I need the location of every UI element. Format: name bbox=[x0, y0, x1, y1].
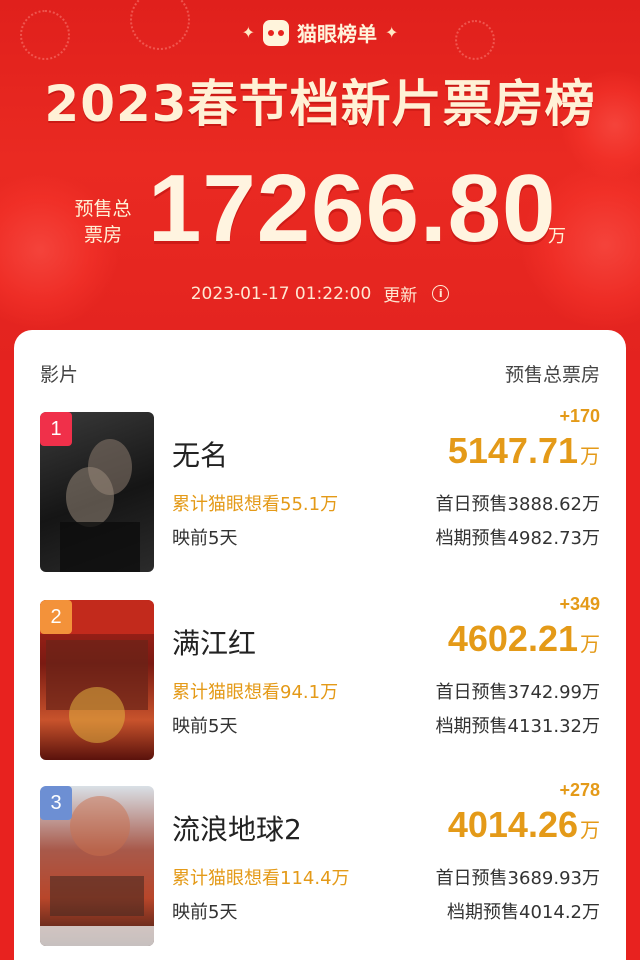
days-before-release: 映前5天 bbox=[172, 528, 238, 549]
total-presale-value: 17266.80 bbox=[148, 155, 557, 262]
presale-box-office: 4014.26 万 bbox=[448, 804, 600, 846]
laurel-right-icon: ✦ bbox=[385, 23, 399, 42]
rank-badge: 3 bbox=[40, 786, 72, 820]
update-time: 2023-01-17 01:22:00 bbox=[190, 283, 372, 304]
movie-title[interactable]: 流浪地球2 bbox=[172, 808, 302, 848]
total-presale-label: 预售总票房 bbox=[74, 198, 132, 246]
period-presale: 档期预售4014.2万 bbox=[447, 902, 600, 923]
presale-box-office: 5147.71 万 bbox=[448, 430, 600, 472]
presale-value: 4014.26 bbox=[447, 804, 578, 845]
presale-unit: 万 bbox=[580, 446, 600, 468]
total-presale-unit: 万 bbox=[548, 226, 566, 247]
brand-header: ✦ 猫眼榜单 ✦ bbox=[0, 18, 640, 47]
first-day-presale: 首日预售3888.62万 bbox=[435, 494, 600, 515]
header-banner: ✦ 猫眼榜单 ✦ 2023春节档新片票房榜 预售总票房 17266.80 万 2… bbox=[0, 0, 640, 360]
presale-delta: +349 bbox=[559, 594, 600, 614]
first-day-presale: 首日预售3742.99万 bbox=[435, 682, 600, 703]
update-info[interactable]: 2023-01-17 01:22:00 更新 i bbox=[0, 281, 640, 306]
rank-badge: 1 bbox=[40, 412, 72, 446]
brand-name: 猫眼榜单 bbox=[297, 22, 377, 46]
presale-unit: 万 bbox=[580, 820, 600, 842]
presale-unit: 万 bbox=[580, 634, 600, 656]
want-to-see-count: 累计猫眼想看94.1万 bbox=[172, 682, 339, 703]
ranking-card: 影片 预售总票房 1 无名 累计猫眼想看55.1万 映前5天 +170 5147… bbox=[14, 330, 626, 960]
movie-poster[interactable]: 3 bbox=[40, 786, 154, 946]
period-presale: 档期预售4982.73万 bbox=[435, 528, 600, 549]
period-presale: 档期预售4131.32万 bbox=[435, 716, 600, 737]
decorative-flower bbox=[0, 170, 120, 330]
update-label: 更新 bbox=[383, 286, 418, 306]
page-title: 2023春节档新片票房榜 bbox=[44, 75, 596, 133]
movie-row[interactable]: 2 满江红 累计猫眼想看94.1万 映前5天 +349 4602.21 万 首日预… bbox=[40, 594, 600, 760]
movie-poster[interactable]: 2 bbox=[40, 600, 154, 760]
presale-delta: +170 bbox=[559, 406, 600, 426]
info-icon[interactable]: i bbox=[432, 285, 450, 302]
want-to-see-count: 累计猫眼想看114.4万 bbox=[172, 868, 350, 889]
presale-delta: +278 bbox=[559, 780, 600, 800]
presale-box-office: 4602.21 万 bbox=[448, 618, 600, 660]
movie-row[interactable]: 3 流浪地球2 累计猫眼想看114.4万 映前5天 +278 4014.26 万 … bbox=[40, 780, 600, 946]
column-header-presale: 预售总票房 bbox=[504, 364, 600, 386]
movie-title[interactable]: 满江红 bbox=[172, 622, 256, 662]
laurel-left-icon: ✦ bbox=[241, 23, 255, 42]
days-before-release: 映前5天 bbox=[172, 716, 238, 737]
days-before-release: 映前5天 bbox=[172, 902, 238, 923]
column-header-movie: 影片 bbox=[40, 364, 79, 386]
movie-title[interactable]: 无名 bbox=[172, 434, 228, 474]
maoyan-logo-icon bbox=[263, 19, 289, 46]
movie-row[interactable]: 1 无名 累计猫眼想看55.1万 映前5天 +170 5147.71 万 首日预售… bbox=[40, 406, 600, 572]
presale-value: 5147.71 bbox=[447, 430, 578, 471]
first-day-presale: 首日预售3689.93万 bbox=[435, 868, 600, 889]
table-header: 影片 预售总票房 bbox=[40, 360, 600, 387]
presale-value: 4602.21 bbox=[447, 618, 578, 659]
want-to-see-count: 累计猫眼想看55.1万 bbox=[172, 494, 339, 515]
rank-badge: 2 bbox=[40, 600, 72, 634]
movie-poster[interactable]: 1 bbox=[40, 412, 154, 572]
